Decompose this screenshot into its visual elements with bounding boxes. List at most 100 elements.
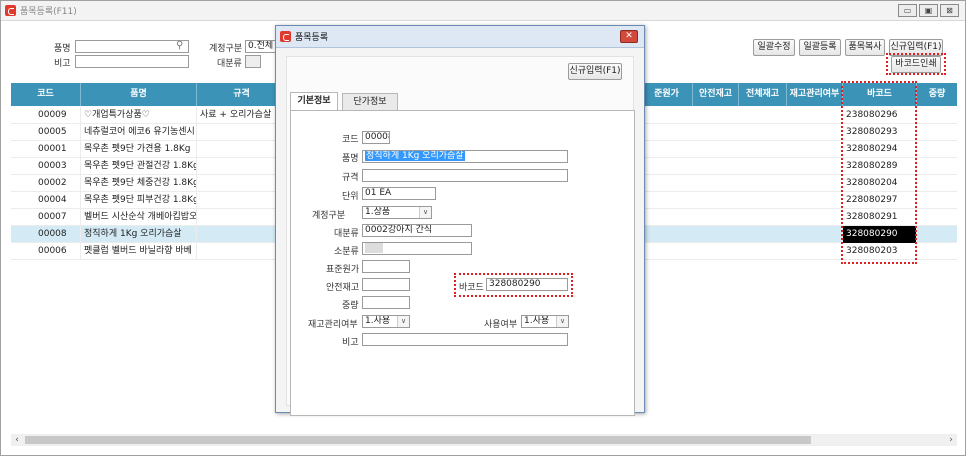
dialog-titlebar: 품목등록 bbox=[276, 26, 644, 48]
account-type-select[interactable]: 0.전체 bbox=[245, 40, 277, 53]
weight-label: 중량 bbox=[342, 301, 359, 311]
cell-name: 펫클럽 벨버드 바닐라향 바베 bbox=[81, 243, 197, 260]
tab-basic-info[interactable]: 기본정보 bbox=[290, 92, 338, 111]
scroll-right-icon[interactable]: › bbox=[945, 434, 957, 446]
cell-spec bbox=[197, 192, 287, 209]
cell-code: 00002 bbox=[11, 175, 81, 192]
header-std-cost[interactable]: 준원가 bbox=[641, 83, 693, 106]
cell-code: 00006 bbox=[11, 243, 81, 260]
barcode-column-highlight bbox=[841, 81, 917, 264]
dialog-note-label: 비고 bbox=[342, 338, 359, 348]
cell-code: 00008 bbox=[11, 226, 81, 243]
account-label: 계정구분 bbox=[312, 211, 346, 221]
cell-code: 00005 bbox=[11, 124, 81, 141]
cell-name: 정직하게 1Kg 오리가슴살 bbox=[81, 226, 197, 243]
app-logo-icon bbox=[5, 5, 16, 16]
use-select-value: 1.사용 bbox=[524, 316, 550, 326]
cell-spec bbox=[197, 141, 287, 158]
copy-item-button[interactable]: 품목복사 bbox=[845, 39, 885, 56]
cell-spec bbox=[197, 243, 287, 260]
cell-code: 00009 bbox=[11, 107, 81, 124]
name-field[interactable]: 정직하게 1Kg 오리가슴살 bbox=[362, 150, 568, 163]
header-total-stock[interactable]: 전체재고 bbox=[739, 83, 787, 106]
minor-field-prefix bbox=[365, 243, 383, 253]
std-cost-label: 표준원가 bbox=[326, 265, 360, 275]
note-label: 비고 bbox=[54, 59, 71, 69]
major-category-input[interactable] bbox=[245, 55, 261, 68]
cell-name: 목우촌 펫9단 가견용 1.8Kg bbox=[81, 141, 197, 158]
safety-stock-label: 안전재고 bbox=[326, 283, 360, 293]
cell-spec bbox=[197, 209, 287, 226]
minor-field[interactable] bbox=[362, 242, 472, 255]
account-select[interactable]: 1.상품 ∨ bbox=[362, 206, 432, 219]
major-field[interactable]: 0002강아지 간식 bbox=[362, 224, 472, 237]
bulk-edit-button[interactable]: 일괄수정 bbox=[753, 39, 795, 56]
cell-name: 네츄럴코어 에코6 유기농센시 bbox=[81, 124, 197, 141]
stock-mgmt-select-value: 1.사용 bbox=[365, 316, 391, 326]
spec-label: 규격 bbox=[342, 173, 359, 183]
header-weight[interactable]: 중량 bbox=[917, 83, 957, 106]
dialog-close-button[interactable]: ✕ bbox=[620, 30, 638, 43]
cell-spec bbox=[197, 158, 287, 175]
spec-field[interactable] bbox=[362, 169, 568, 182]
barcode-print-highlight bbox=[886, 53, 946, 75]
safety-stock-field[interactable] bbox=[362, 278, 410, 291]
code-field[interactable]: 00008 bbox=[362, 131, 390, 144]
header-safety-stock[interactable]: 안전재고 bbox=[693, 83, 739, 106]
cell-spec bbox=[197, 124, 287, 141]
bulk-register-button[interactable]: 일괄등록 bbox=[799, 39, 841, 56]
account-select-value: 1.상품 bbox=[365, 207, 391, 217]
cell-code: 00001 bbox=[11, 141, 81, 158]
header-code[interactable]: 코드 bbox=[11, 83, 81, 106]
cell-name: 목우촌 펫9단 관절건강 1.8Kg bbox=[81, 158, 197, 175]
cell-code: 00007 bbox=[11, 209, 81, 226]
cell-spec: 사료 + 오리가슴살 bbox=[197, 107, 287, 124]
close-window-button[interactable]: ⊠ bbox=[940, 4, 959, 17]
major-category-label: 대분류 bbox=[217, 59, 242, 69]
cell-name: 목우촌 펫9단 피부건강 1.8Kg bbox=[81, 192, 197, 209]
minor-label: 소분류 bbox=[334, 247, 359, 257]
tab-price-info[interactable]: 단가정보 bbox=[342, 93, 398, 111]
stock-mgmt-label: 재고관리여부 bbox=[308, 320, 358, 330]
header-spec[interactable]: 규격 bbox=[197, 83, 287, 106]
std-cost-field[interactable] bbox=[362, 260, 410, 273]
cell-name: ♡개업특가상품♡ bbox=[81, 107, 197, 124]
unit-field[interactable]: 01 EA bbox=[362, 187, 436, 200]
window-titlebar: 품목등록(F11) ▭ ▣ ⊠ bbox=[1, 1, 965, 21]
item-register-dialog: 품목등록 ✕ 신규입력(F1) 기본정보 단가정보 코드 00008 품명 정직… bbox=[275, 25, 645, 416]
dialog-new-input-button[interactable]: 신규입력(F1) bbox=[568, 63, 622, 80]
cell-name: 목우촌 펫9단 체중건강 1.8Kg bbox=[81, 175, 197, 192]
code-label: 코드 bbox=[342, 135, 359, 145]
cell-spec bbox=[197, 175, 287, 192]
use-label: 사용여부 bbox=[484, 320, 518, 330]
scroll-left-icon[interactable]: ‹ bbox=[11, 434, 23, 446]
dialog-note-field[interactable] bbox=[362, 333, 568, 346]
header-stock-mgmt[interactable]: 재고관리여부 bbox=[787, 83, 843, 106]
header-name[interactable]: 품명 bbox=[81, 83, 197, 106]
window-title: 품목등록(F11) bbox=[20, 7, 77, 17]
use-select[interactable]: 1.사용 ∨ bbox=[521, 315, 569, 328]
search-icon[interactable]: ⚲ bbox=[176, 40, 183, 51]
name-label: 품명 bbox=[342, 154, 359, 164]
barcode-field-highlight bbox=[454, 273, 573, 297]
dialog-logo-icon bbox=[280, 31, 291, 42]
chevron-down-icon[interactable]: ∨ bbox=[419, 207, 431, 218]
item-name-search-input[interactable] bbox=[75, 40, 189, 53]
minimize-button[interactable]: ▭ bbox=[898, 4, 917, 17]
name-field-value: 정직하게 1Kg 오리가슴살 bbox=[365, 151, 465, 161]
scrollbar-thumb[interactable] bbox=[25, 436, 811, 444]
cell-code: 00003 bbox=[11, 158, 81, 175]
chevron-down-icon[interactable]: ∨ bbox=[397, 316, 409, 327]
chevron-down-icon[interactable]: ∨ bbox=[556, 316, 568, 327]
stock-mgmt-select[interactable]: 1.사용 ∨ bbox=[362, 315, 410, 328]
cell-spec bbox=[197, 226, 287, 243]
maximize-button[interactable]: ▣ bbox=[919, 4, 938, 17]
account-type-label: 계정구분 bbox=[209, 44, 243, 54]
note-search-input[interactable] bbox=[75, 55, 189, 68]
dialog-title: 품목등록 bbox=[295, 33, 329, 43]
horizontal-scrollbar[interactable]: ‹ › bbox=[11, 434, 957, 446]
weight-field[interactable] bbox=[362, 296, 410, 309]
cell-code: 00004 bbox=[11, 192, 81, 209]
cell-name: 벨버드 시산순삭 개베아킵밥오 bbox=[81, 209, 197, 226]
major-label: 대분류 bbox=[334, 229, 359, 239]
